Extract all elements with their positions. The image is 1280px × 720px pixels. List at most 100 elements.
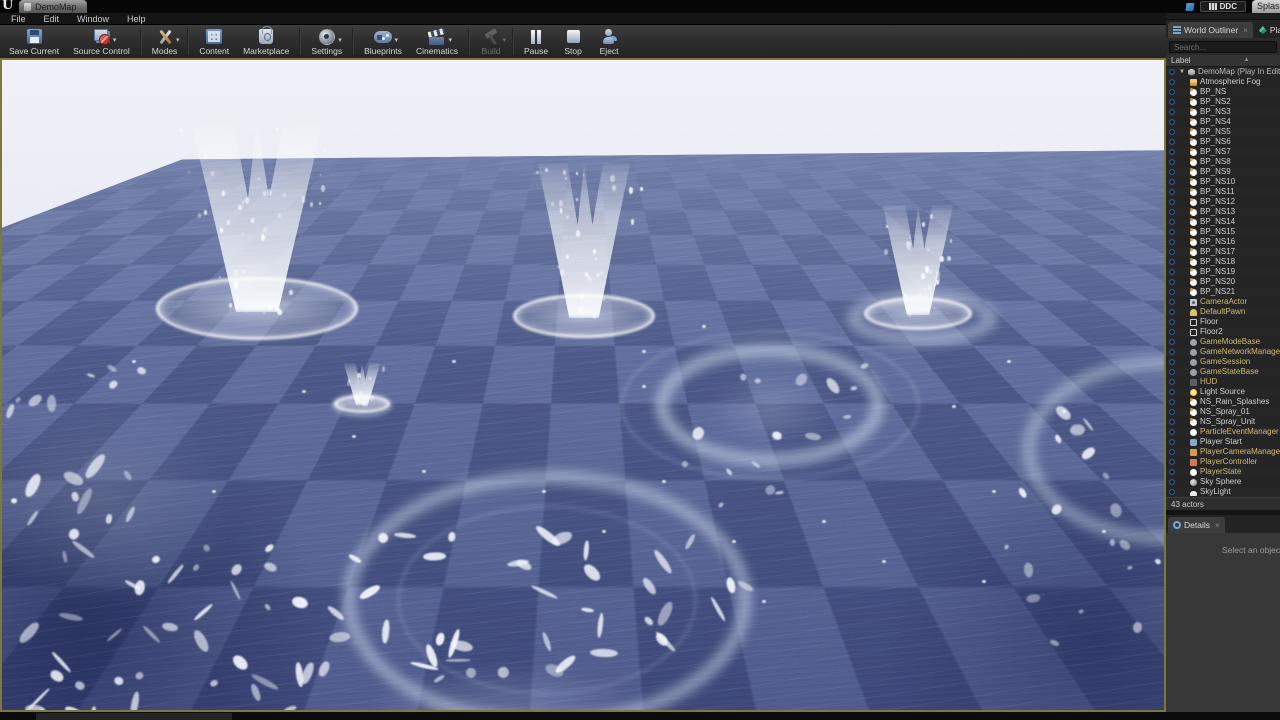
table-row-bp-ns16[interactable]: BP_NS16 [1166, 237, 1280, 247]
table-row-bp-ns6[interactable]: BP_NS6 [1166, 137, 1280, 147]
menu-window[interactable]: Window [69, 13, 117, 25]
table-row-bp-ns10[interactable]: BP_NS10 [1166, 177, 1280, 187]
project-tab-splashes[interactable]: Splashes [1252, 0, 1280, 13]
visibility-eye-icon[interactable] [1168, 448, 1176, 456]
visibility-eye-icon[interactable] [1168, 488, 1176, 496]
visibility-eye-icon[interactable] [1168, 68, 1176, 76]
table-row-bp-ns18[interactable]: BP_NS18 [1166, 257, 1280, 267]
visibility-eye-icon[interactable] [1168, 428, 1176, 436]
visibility-eye-icon[interactable] [1168, 298, 1176, 306]
visibility-eye-icon[interactable] [1168, 178, 1176, 186]
visibility-eye-icon[interactable] [1168, 318, 1176, 326]
visibility-eye-icon[interactable] [1168, 138, 1176, 146]
visibility-eye-icon[interactable] [1168, 208, 1176, 216]
tab-details[interactable]: Details [1168, 517, 1225, 533]
menu-edit[interactable]: Edit [36, 13, 68, 25]
visibility-eye-icon[interactable] [1168, 148, 1176, 156]
visibility-eye-icon[interactable] [1168, 288, 1176, 296]
visibility-eye-icon[interactable] [1168, 458, 1176, 466]
table-row-bp-ns4[interactable]: BP_NS4 [1166, 117, 1280, 127]
chevron-down-icon[interactable]: ▾ [448, 36, 452, 44]
visibility-eye-icon[interactable] [1168, 118, 1176, 126]
table-row-sky-sphere[interactable]: Sky Sphere [1166, 477, 1280, 487]
table-row-bp-ns13[interactable]: BP_NS13 [1166, 207, 1280, 217]
settings-button[interactable]: ▾Settings [304, 26, 349, 57]
table-row-bp-ns14[interactable]: BP_NS14 [1166, 217, 1280, 227]
table-row-skylight[interactable]: SkyLight [1166, 487, 1280, 497]
table-row-gamemodebase[interactable]: GameModeBase [1166, 337, 1280, 347]
table-row-bp-ns7[interactable]: BP_NS7 [1166, 147, 1280, 157]
visibility-eye-icon[interactable] [1168, 398, 1176, 406]
visibility-eye-icon[interactable] [1168, 248, 1176, 256]
visibility-eye-icon[interactable] [1168, 88, 1176, 96]
visibility-eye-icon[interactable] [1168, 408, 1176, 416]
table-row-bp-ns2[interactable]: BP_NS2 [1166, 97, 1280, 107]
visibility-eye-icon[interactable] [1168, 158, 1176, 166]
eject-button[interactable]: Eject [591, 26, 627, 57]
level-viewport[interactable] [0, 58, 1166, 712]
table-row-bp-ns[interactable]: BP_NS [1166, 87, 1280, 97]
table-row-particleeventmanager[interactable]: ParticleEventManager [1166, 427, 1280, 437]
table-row-cameraactor[interactable]: CameraActor [1166, 297, 1280, 307]
table-row-defaultpawn[interactable]: DefaultPawn [1166, 307, 1280, 317]
close-icon[interactable] [1243, 26, 1248, 35]
visibility-eye-icon[interactable] [1168, 438, 1176, 446]
blueprints-button[interactable]: ▾Blueprints [357, 26, 409, 57]
table-row-playercameramanager[interactable]: PlayerCameraManager [1166, 447, 1280, 457]
table-row-bp-ns3[interactable]: BP_NS3 [1166, 107, 1280, 117]
stop-button[interactable]: Stop [555, 26, 591, 57]
table-row-playerstate[interactable]: PlayerState [1166, 467, 1280, 477]
table-row-bp-ns5[interactable]: BP_NS5 [1166, 127, 1280, 137]
table-row-bp-ns12[interactable]: BP_NS12 [1166, 197, 1280, 207]
visibility-eye-icon[interactable] [1168, 228, 1176, 236]
visibility-eye-icon[interactable] [1168, 278, 1176, 286]
visibility-eye-icon[interactable] [1168, 168, 1176, 176]
save-current-button[interactable]: Save Current [2, 26, 66, 57]
table-row-demomap-play-in-editor-[interactable]: ▼DemoMap (Play In Editor) [1166, 67, 1280, 77]
table-row-bp-ns15[interactable]: BP_NS15 [1166, 227, 1280, 237]
table-row-ns-rain-splashes[interactable]: NS_Rain_Splashes [1166, 397, 1280, 407]
visibility-eye-icon[interactable] [1168, 388, 1176, 396]
table-row-gamesession[interactable]: GameSession [1166, 357, 1280, 367]
chevron-down-icon[interactable]: ▾ [113, 36, 117, 44]
outliner-column-header[interactable]: Label ▲ [1166, 55, 1280, 67]
visibility-eye-icon[interactable] [1168, 348, 1176, 356]
visibility-eye-icon[interactable] [1168, 98, 1176, 106]
content-button[interactable]: Content [192, 26, 236, 57]
visibility-eye-icon[interactable] [1168, 78, 1176, 86]
expander-icon[interactable]: ▼ [1179, 67, 1185, 77]
modes-button[interactable]: ▾Modes [145, 26, 185, 57]
visibility-eye-icon[interactable] [1168, 108, 1176, 116]
table-row-player-start[interactable]: Player Start [1166, 437, 1280, 447]
table-row-bp-ns20[interactable]: BP_NS20 [1166, 277, 1280, 287]
chevron-down-icon[interactable]: ▾ [176, 36, 180, 44]
tab-world-outliner[interactable]: World Outliner [1168, 22, 1253, 38]
table-row-bp-ns21[interactable]: BP_NS21 [1166, 287, 1280, 297]
pause-button[interactable]: Pause [517, 26, 555, 57]
visibility-eye-icon[interactable] [1168, 308, 1176, 316]
table-row-playercontroller[interactable]: PlayerController [1166, 457, 1280, 467]
menu-file[interactable]: File [3, 13, 34, 25]
table-row-ns-spray-01[interactable]: NS_Spray_01 [1166, 407, 1280, 417]
visibility-eye-icon[interactable] [1168, 338, 1176, 346]
table-row-light-source[interactable]: Light Source [1166, 387, 1280, 397]
table-row-bp-ns11[interactable]: BP_NS11 [1166, 187, 1280, 197]
table-row-gamenetworkmanager[interactable]: GameNetworkManager [1166, 347, 1280, 357]
menu-help[interactable]: Help [119, 13, 154, 25]
tab-place-actors[interactable]: Pla [1254, 22, 1280, 38]
close-icon[interactable] [1215, 521, 1220, 530]
table-row-ns-spray-unit[interactable]: NS_Spray_Unit [1166, 417, 1280, 427]
visibility-eye-icon[interactable] [1168, 218, 1176, 226]
visibility-eye-icon[interactable] [1168, 478, 1176, 486]
table-row-floor[interactable]: Floor [1166, 317, 1280, 327]
visibility-eye-icon[interactable] [1168, 198, 1176, 206]
outliner-search-input[interactable]: Search... [1169, 41, 1277, 53]
visibility-eye-icon[interactable] [1168, 358, 1176, 366]
visibility-eye-icon[interactable] [1168, 368, 1176, 376]
visibility-eye-icon[interactable] [1168, 468, 1176, 476]
chevron-down-icon[interactable]: ▾ [502, 36, 506, 44]
source-control-button[interactable]: ▾Source Control [66, 26, 137, 57]
table-row-bp-ns19[interactable]: BP_NS19 [1166, 267, 1280, 277]
visibility-eye-icon[interactable] [1168, 128, 1176, 136]
table-row-bp-ns17[interactable]: BP_NS17 [1166, 247, 1280, 257]
